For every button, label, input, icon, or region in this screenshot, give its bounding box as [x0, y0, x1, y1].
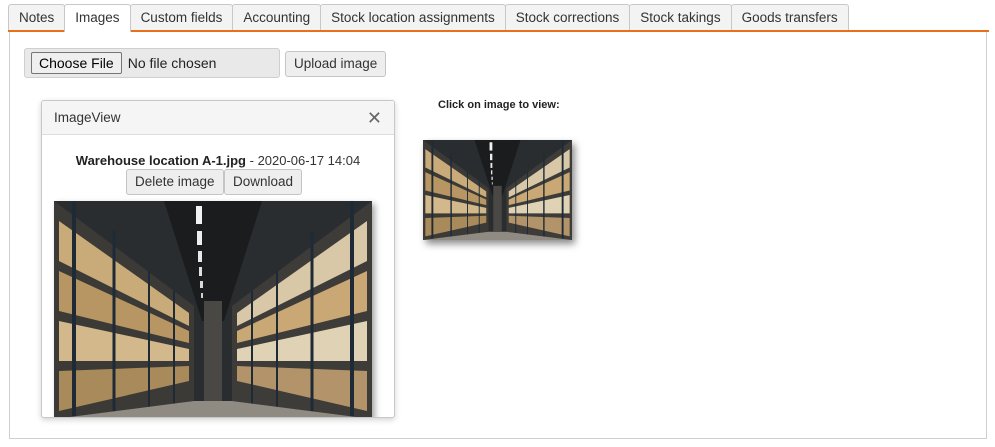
warehouse-image: [54, 201, 372, 417]
upload-image-button[interactable]: Upload image: [285, 51, 387, 77]
tab-stock-location-assignments[interactable]: Stock location assignments: [320, 4, 506, 30]
caption-separator: -: [246, 153, 258, 168]
image-filename: Warehouse location A-1.jpg: [75, 153, 246, 168]
file-input[interactable]: Choose File No file chosen: [24, 48, 280, 78]
image-view-dialog: ImageView ✕ Warehouse location A-1.jpg -…: [41, 100, 395, 418]
image-caption: Warehouse location A-1.jpg - 2020-06-17 …: [42, 153, 394, 168]
delete-image-button[interactable]: Delete image: [126, 169, 224, 195]
warehouse-thumbnail[interactable]: [423, 140, 572, 240]
image-datetime: 2020-06-17 14:04: [257, 153, 361, 168]
tab-accounting[interactable]: Accounting: [232, 4, 322, 30]
choose-file-button[interactable]: Choose File: [31, 52, 122, 74]
tab-notes[interactable]: Notes: [8, 4, 66, 30]
tab-images[interactable]: Images: [64, 4, 131, 32]
download-button[interactable]: Download: [224, 169, 303, 195]
tab-goods-transfers[interactable]: Goods transfers: [730, 4, 849, 30]
gallery-hint: Click on image to view:: [438, 99, 560, 111]
tab-bar: Notes Images Custom fields Accounting St…: [8, 4, 849, 32]
dialog-header: ImageView ✕: [42, 101, 394, 135]
dialog-title: ImageView: [54, 110, 121, 125]
tab-stock-corrections[interactable]: Stock corrections: [504, 4, 631, 30]
tab-stock-takings[interactable]: Stock takings: [629, 4, 732, 30]
close-icon[interactable]: ✕: [367, 109, 382, 127]
tab-custom-fields[interactable]: Custom fields: [129, 4, 234, 30]
file-status-text: No file chosen: [127, 55, 217, 71]
